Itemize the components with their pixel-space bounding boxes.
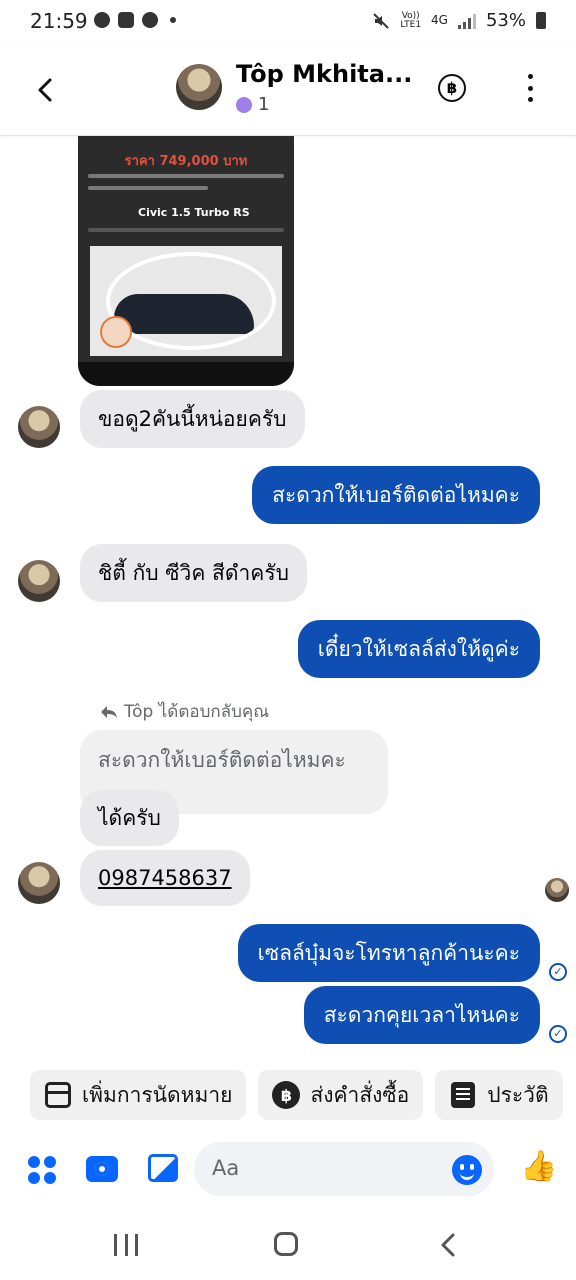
listing-meta-line: [88, 228, 284, 232]
recent-apps-icon[interactable]: [114, 1234, 138, 1256]
message-field[interactable]: [194, 1142, 494, 1196]
outgoing-message[interactable]: เดี๋ยวให้เซลล์ส่งให้ดูค่ะ: [297, 620, 540, 678]
home-icon[interactable]: [274, 1232, 298, 1256]
baht-icon: ฿: [272, 1081, 301, 1109]
history-chip[interactable]: ประวัติ: [435, 1070, 563, 1120]
more-notifications-dot-icon: [170, 17, 176, 23]
status-right-icons: Vo)) LTE1 4G 53%: [372, 10, 546, 31]
contact-subtitle: 1: [236, 94, 269, 115]
chip-label: ส่งคำสั่งซื้อ: [310, 1082, 410, 1107]
contact-avatar[interactable]: [176, 64, 222, 110]
seen-receipt-avatar: [545, 878, 569, 902]
outgoing-message[interactable]: สะดวกให้เบอร์ติดต่อไหมคะ: [252, 466, 540, 524]
reply-indicator-text: Tôp ได้ตอบกลับคุณ: [124, 702, 270, 722]
baht-icon: ฿: [446, 79, 458, 97]
incoming-message[interactable]: ชิตี้ กับ ซีวิค สีดำครับ: [80, 544, 307, 602]
sender-avatar[interactable]: [18, 560, 60, 602]
apps-grid-icon[interactable]: [28, 1156, 56, 1184]
battery-icon: [536, 12, 546, 29]
status-bar: 21:59 Vo)) LTE1 4G 53%: [0, 0, 576, 44]
gallery-notification-icon: [118, 12, 134, 28]
listing-detail-line: [88, 186, 208, 190]
sender-avatar[interactable]: [18, 406, 60, 448]
phone-number-link[interactable]: 0987458637: [98, 866, 232, 890]
reply-indicator: Tôp ได้ตอบกลับคุณ: [100, 698, 269, 725]
baht-payment-button[interactable]: ฿: [438, 74, 466, 102]
camera-icon[interactable]: [86, 1156, 118, 1182]
chip-label: เพิ่มการนัดหมาย: [82, 1082, 233, 1107]
network-type: 4G: [431, 13, 448, 27]
chip-label: ประวัติ: [487, 1082, 549, 1107]
calendar-icon: [44, 1081, 72, 1109]
volte-indicator: Vo)) LTE1: [400, 10, 422, 30]
back-arrow-icon[interactable]: [26, 70, 66, 110]
add-appointment-chip[interactable]: เพิ่มการนัดหมาย: [30, 1070, 247, 1120]
send-order-chip[interactable]: ฿ ส่งคำสั่งซื้อ: [258, 1070, 424, 1120]
outgoing-message[interactable]: สะดวกคุยเวลาไหนคะ: [303, 986, 540, 1044]
label-dot-icon: [236, 96, 252, 113]
mute-icon: [373, 12, 390, 29]
message-input[interactable]: [212, 1156, 442, 1180]
label-count: 1: [258, 94, 270, 115]
incoming-message[interactable]: ขอดู2คันนี้หน่อยครับ: [80, 390, 305, 448]
listing-model: Civic 1.5 Turbo RS: [138, 206, 250, 219]
incoming-message[interactable]: ได้ครับ: [80, 790, 179, 846]
line-notification-icon: [94, 12, 110, 28]
quick-action-bar: เพิ่มการนัดหมาย ฿ ส่งคำสั่งซื้อ ประวัติ: [30, 1070, 576, 1120]
outgoing-message[interactable]: เซลล์บุ๋มจะโทรหาลูกค้านะคะ: [237, 924, 540, 982]
thumbs-up-icon[interactable]: 👍: [520, 1150, 557, 1184]
status-time: 21:59: [30, 9, 88, 33]
battery-percent: 53%: [485, 10, 526, 31]
message-composer: 👍: [0, 1134, 576, 1204]
screenshot-nav-bar: [78, 362, 294, 386]
reply-arrow-icon: [101, 705, 117, 718]
system-navigation-bar: [0, 1212, 576, 1280]
emoji-icon[interactable]: [452, 1155, 482, 1185]
sync-notification-icon: [142, 12, 158, 28]
chat-bubble-icon: [100, 316, 132, 348]
delivered-check-icon: ✓: [549, 963, 567, 981]
gallery-icon[interactable]: [148, 1154, 178, 1182]
shared-car-listing-image[interactable]: ราคา 749,000 บาท Civic 1.5 Turbo RS: [78, 136, 294, 386]
nav-back-icon[interactable]: [438, 1232, 458, 1258]
signal-icon: [457, 13, 476, 29]
document-icon: [449, 1081, 477, 1109]
delivered-check-icon: ✓: [549, 1025, 567, 1043]
car-photo: [90, 246, 282, 356]
listing-detail-line: [88, 174, 284, 178]
contact-name[interactable]: Tôp Mkhita...: [236, 60, 412, 88]
incoming-phone-message[interactable]: 0987458637: [80, 850, 250, 906]
notification-icons: [94, 12, 176, 28]
more-options-icon[interactable]: [520, 74, 540, 102]
chat-header: Tôp Mkhita... 1 ฿: [0, 44, 576, 136]
listing-price: ราคา 749,000 บาท: [124, 154, 248, 169]
sender-avatar[interactable]: [18, 862, 60, 904]
